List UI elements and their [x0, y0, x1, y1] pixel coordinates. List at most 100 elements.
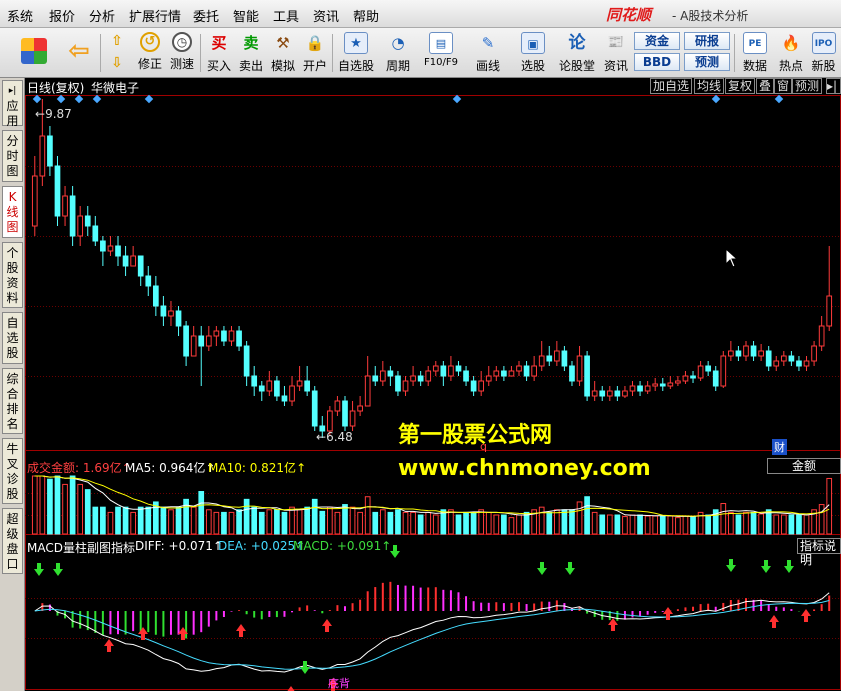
draw-line-button[interactable]: ✎ 画线 — [470, 30, 506, 76]
back-button[interactable]: ⇦ — [62, 30, 96, 76]
tab-apps[interactable]: ▸| 应用 — [2, 80, 23, 128]
volume-bar — [364, 496, 371, 535]
candle-body — [622, 390, 628, 397]
candle-body — [168, 310, 174, 317]
expand-icon: ▸| — [8, 86, 17, 96]
fund-button[interactable]: 资金 — [634, 32, 680, 50]
window-subtitle: - A股技术分析 — [672, 9, 749, 23]
stock-picker-button[interactable]: ▣ 选股 — [515, 30, 551, 76]
volume-bar — [228, 511, 235, 535]
menu-order[interactable]: 委托 — [193, 6, 219, 25]
volume-bar — [130, 511, 136, 535]
page-up-down-button[interactable]: ⇧ ⇩ — [104, 30, 130, 76]
apps-button[interactable] — [14, 30, 54, 76]
candle-body — [758, 350, 764, 357]
research-button[interactable]: 研报 — [684, 32, 730, 50]
volume-bar — [92, 506, 99, 535]
candle-body — [417, 375, 424, 382]
volume-bar — [750, 511, 757, 535]
bbd-button[interactable]: BBD — [634, 53, 680, 71]
correct-button[interactable]: ↺ 修正 — [132, 30, 168, 76]
sell-signal-arrow-icon — [565, 562, 575, 575]
sell-signal-arrow-icon — [34, 563, 44, 576]
simulate-button[interactable]: ⚒ 模拟 — [265, 30, 301, 76]
volume-bar — [569, 509, 575, 535]
candle-body — [349, 410, 356, 427]
data-button[interactable]: PE 数据 — [737, 30, 773, 76]
forum-icon: 论 — [568, 33, 586, 53]
collapse-panel-icon[interactable]: ▸| — [826, 78, 841, 94]
diff-readout: DIFF: +0.071↑ — [135, 539, 224, 553]
menu-smart[interactable]: 智能 — [233, 6, 259, 25]
volume-bar — [705, 514, 712, 535]
sell-button[interactable]: 卖 卖出 — [233, 30, 269, 76]
candle-body — [334, 400, 341, 412]
tab-profile[interactable]: 个股资料 — [2, 242, 23, 308]
side-tabs: ▸| 应用 分时图 K线图 个股资料 自选股 综合排名 牛叉诊股 超级盘口 — [0, 78, 25, 691]
ipo-button[interactable]: IPO 新股 — [806, 30, 841, 76]
candle-body — [342, 400, 348, 427]
period-button[interactable]: ◔ 周期 — [380, 30, 416, 76]
volume-bar — [236, 509, 242, 535]
volume-bar — [546, 511, 553, 535]
candle-body — [115, 245, 121, 257]
open-account-label: 开户 — [302, 59, 327, 73]
low-price-label: ←6.48 — [316, 430, 353, 444]
volume-bar — [168, 509, 174, 535]
volume-bar — [372, 511, 379, 535]
add-watchlist-button[interactable]: 加自选 — [650, 78, 693, 94]
volume-bar — [137, 506, 144, 535]
menu-news[interactable]: 资讯 — [313, 6, 339, 25]
volume-bar — [190, 506, 197, 535]
menu-analysis[interactable]: 分析 — [89, 6, 115, 25]
news-button[interactable]: 📰 资讯 — [598, 30, 634, 76]
adjust-button[interactable]: 复权 — [725, 78, 756, 94]
tab-diagnosis[interactable]: 牛叉诊股 — [2, 438, 23, 504]
ma5-readout: MA5: 0.964亿↑ — [125, 461, 216, 475]
candle-body — [274, 380, 280, 397]
ma-button[interactable]: 均线 — [694, 78, 725, 94]
menu-tools[interactable]: 工具 — [273, 6, 299, 25]
watchlist-button[interactable]: ★ 自选股 — [335, 30, 377, 76]
finance-marker[interactable]: 财 — [772, 439, 787, 455]
volume-bar — [395, 509, 401, 535]
window-button[interactable]: 窗 — [774, 78, 793, 94]
candle-body — [69, 195, 76, 237]
tab-intraday[interactable]: 分时图 — [2, 130, 23, 182]
tab-level2[interactable]: 超级盘口 — [2, 508, 23, 574]
menu-quote[interactable]: 报价 — [49, 6, 75, 25]
volume-bar — [213, 511, 220, 535]
buy-button[interactable]: 买 买入 — [201, 30, 237, 76]
volume-bar — [576, 501, 583, 535]
indicator-help-button[interactable]: 指标说明 — [797, 538, 841, 567]
volume-bar — [357, 511, 363, 535]
volume-type-button[interactable]: 金额 — [767, 458, 841, 474]
candle-body — [675, 380, 681, 384]
volume-bar — [258, 511, 265, 535]
volume-bar — [349, 506, 356, 535]
hot-button[interactable]: 🔥 热点 — [773, 30, 809, 76]
kline-chart[interactable]: 日线(复权) 华微电子 加自选 均线 复权 叠 窗 预测 ▸| ←9.87 ←6… — [25, 78, 841, 691]
tab-watchlist[interactable]: 自选股 — [2, 312, 23, 364]
volume-bar — [614, 514, 621, 535]
speed-test-button[interactable]: ◷ 测速 — [164, 30, 200, 76]
macd-title: MACD量柱副图指标 — [27, 541, 135, 555]
buy-signal-arrow-icon — [287, 686, 295, 691]
menu-help[interactable]: 帮助 — [353, 6, 379, 25]
menu-system[interactable]: 系统 — [7, 6, 33, 25]
candle-body — [508, 370, 515, 377]
predict-button[interactable]: 预测 — [792, 78, 823, 94]
tab-kline[interactable]: K线图 — [2, 186, 23, 238]
info-mine-icon — [711, 94, 721, 104]
sell-label: 卖出 — [238, 59, 263, 73]
candle-body — [501, 370, 507, 377]
overlay-button[interactable]: 叠 — [756, 78, 775, 94]
open-account-button[interactable]: 🔒 开户 — [297, 30, 333, 76]
menu-extended[interactable]: 扩展行情 — [129, 6, 181, 25]
tab-ranking[interactable]: 综合排名 — [2, 368, 23, 434]
f10-button[interactable]: ▤ F10/F9 — [418, 30, 464, 76]
high-price-value: 9.87 — [45, 107, 72, 121]
forum-button[interactable]: 论 论股堂 — [556, 30, 598, 76]
forecast-button[interactable]: 预测 — [684, 53, 730, 71]
volume-bar — [175, 506, 182, 535]
